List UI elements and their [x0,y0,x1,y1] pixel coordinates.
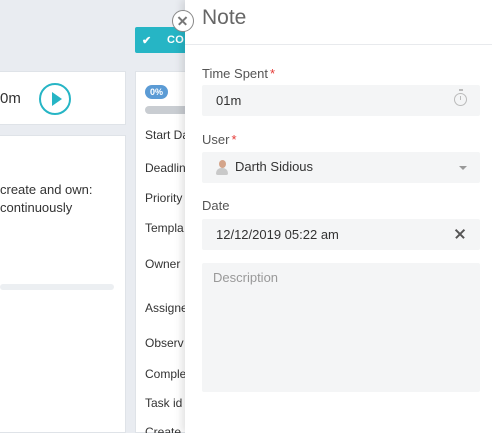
detail-label-priority: Priority [145,191,183,205]
detail-label-deadline: Deadlin [145,161,186,175]
time-spent-label: Time Spent * [202,66,275,81]
detail-label-start-date: Start Da [145,128,190,142]
date-value: 12/12/2019 05:22 am [216,227,339,242]
chevron-down-icon[interactable] [459,166,467,170]
complete-button-label: CO [167,34,185,46]
time-spent-label-text: Time Spent [202,66,268,81]
detail-label-owner: Owner [145,257,181,271]
progress-badge: 0% [145,85,169,99]
detail-label-created: Create [145,425,182,433]
note-panel: Note Time Spent * 01m User * Darth Sidious… [185,0,492,433]
user-label-text: User [202,132,230,147]
timer-card: 0m [0,71,126,125]
note-header: Note [185,0,492,45]
note-title: Note [202,6,247,29]
time-spent-value: 01m [216,93,242,108]
timer-icon[interactable] [454,89,467,106]
task-description-card: create and own: continuously [0,135,126,433]
user-select-value: Darth Sidious [235,159,314,174]
user-select[interactable]: Darth Sidious [202,152,480,183]
time-spent-field[interactable]: 01m [202,85,480,116]
description-input[interactable] [202,263,480,392]
detail-label-observer: Observ [145,336,184,350]
detail-label-task-id: Task id [145,396,183,410]
close-icon[interactable] [172,10,194,32]
avatar [215,160,229,175]
detail-label-complete: Comple [145,367,187,381]
date-field[interactable]: 12/12/2019 05:22 am [202,219,480,250]
play-icon[interactable] [39,83,71,115]
detail-label-assignee: Assigne [145,301,188,315]
check-icon: ✔ [142,35,152,47]
required-mark: * [231,132,237,147]
date-label: Date [202,198,230,213]
task-description-line: continuously [0,200,73,215]
clear-icon[interactable] [454,228,466,240]
task-description-line: create and own: [0,182,93,197]
required-mark: * [270,66,276,81]
detail-label-template: Templa [145,221,184,235]
scrollbar[interactable] [0,284,114,290]
timer-value: 0m [0,90,21,107]
user-label: User * [202,132,237,147]
